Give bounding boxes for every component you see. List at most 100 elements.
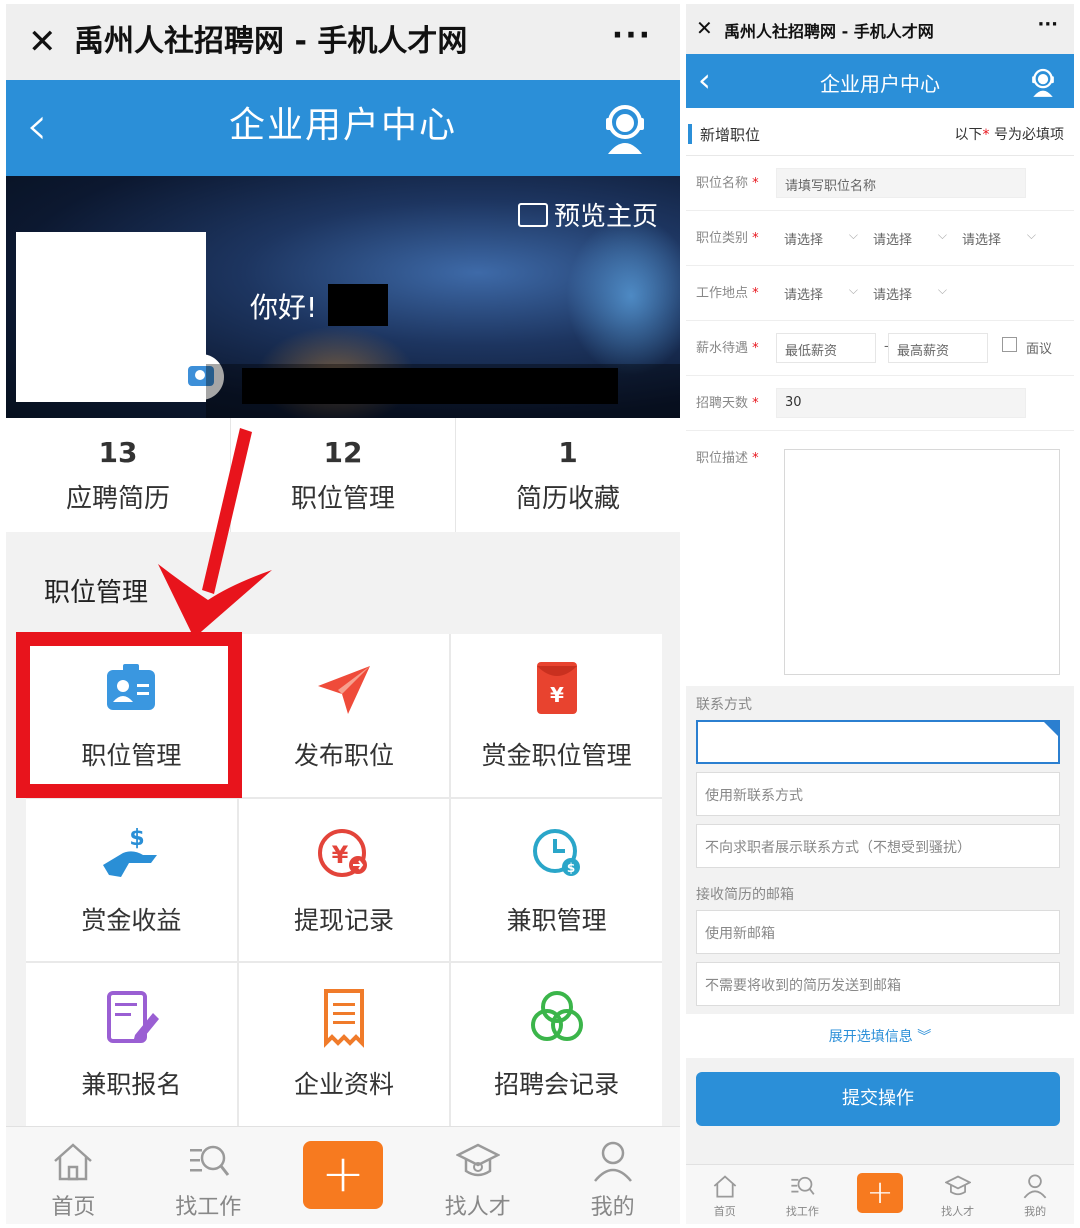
min-salary-input[interactable]: 最低薪资 [776, 333, 876, 363]
tab-label: 找工作 [785, 1205, 819, 1218]
required-star: * [752, 286, 759, 301]
svg-text:$: $ [130, 826, 145, 851]
grid-item-bounty-income[interactable]: $ 赏金收益 [26, 798, 237, 962]
tab-label: 找人才 [941, 1205, 975, 1218]
grid-item-parttime-management[interactable]: $ 兼职管理 [451, 798, 662, 962]
grid-item-label: 发布职位 [293, 741, 394, 770]
required-star: * [982, 127, 990, 143]
grid-item-label: 兼职管理 [506, 905, 607, 935]
receipt-icon [323, 989, 364, 1049]
tab-find-job[interactable]: 找工作 [764, 1165, 842, 1224]
grid-item-parttime-signup[interactable]: 兼职报名 [26, 963, 237, 1126]
submit-button[interactable]: 提交操作 [696, 1072, 1060, 1126]
wechat-title-bar: ✕ 禹州人社招聘网 - 手机人才网 ··· [6, 4, 680, 80]
max-salary-input[interactable]: 最高薪资 [888, 333, 988, 363]
stats-bar: 13 应聘简历 12 职位管理 1 简历收藏 [6, 418, 680, 532]
highlight-box [16, 632, 242, 798]
wechat-page-title: 禹州人社招聘网 - 手机人才网 [724, 22, 934, 41]
graduation-cap-icon [454, 1143, 501, 1177]
tab-label: 找人才 [444, 1195, 511, 1220]
field-label: 招聘天数 * [696, 392, 759, 411]
tab-add[interactable]: + [276, 1127, 411, 1224]
plus-icon: + [856, 1173, 903, 1213]
tab-home[interactable]: 首页 [6, 1127, 141, 1224]
home-icon [713, 1175, 737, 1198]
description-textarea[interactable] [784, 449, 1060, 675]
tab-add[interactable]: + [841, 1165, 919, 1224]
field-label-text: 职位名称 [696, 176, 749, 191]
field-label-text: 职位类别 [696, 231, 749, 246]
grid-item-post-job[interactable]: 发布职位 [238, 634, 450, 797]
svg-text:¥: ¥ [332, 841, 349, 869]
plus-icon: + [302, 1141, 383, 1209]
recruit-days-input[interactable]: 30 [776, 388, 1026, 418]
expand-optional-button[interactable]: 展开选填信息 ︾ [686, 1014, 1074, 1058]
grid-item-label: 企业资料 [293, 1070, 394, 1100]
hide-contact-option[interactable]: 不向求职者展示联系方式（不想受到骚扰） [696, 824, 1060, 868]
required-star: * [752, 451, 759, 466]
job-name-input[interactable]: 请填写职位名称 [776, 168, 1026, 198]
preview-homepage-link[interactable]: 预览主页 [517, 196, 658, 233]
required-note-text: 以下 [954, 127, 983, 143]
close-icon[interactable]: ✕ [696, 16, 713, 40]
tab-label: 首页 [51, 1195, 96, 1220]
grid-item-withdraw-records[interactable]: ¥ 提现记录 [238, 798, 450, 962]
job-category-select-2[interactable]: 请选择 ⌵ [869, 223, 951, 253]
field-job-category: 职位类别 * 请选择 ⌵ 请选择 ⌵ 请选择 ⌵ [686, 211, 1074, 266]
app-header: ‹ 企业用户中心 [6, 80, 680, 176]
required-note: 以下* 号为必填项 [955, 124, 1064, 144]
select-value: 请选择 [962, 233, 1002, 248]
tab-find-job[interactable]: 找工作 [141, 1127, 276, 1224]
location-select-1[interactable]: 请选择 ⌵ [780, 278, 862, 308]
select-value: 请选择 [873, 233, 913, 248]
contact-select[interactable] [696, 720, 1060, 764]
stat-resume-favorites[interactable]: 1 简历收藏 [456, 418, 680, 532]
contact-label: 联系方式 [696, 697, 752, 713]
double-chevron-down-icon: ︾ [917, 1029, 932, 1045]
customer-service-icon[interactable] [1028, 66, 1058, 98]
chevron-down-icon: ⌵ [937, 283, 947, 297]
no-email-option[interactable]: 不需要将收到的简历发送到邮箱 [696, 962, 1060, 1006]
bottom-tab-bar: 首页 找工作 + 找人才 我的 [686, 1164, 1074, 1224]
bottom-tab-bar: 首页 找工作 + 找人才 我的 [6, 1126, 680, 1224]
profile-banner: 预览主页 你好! [6, 176, 680, 418]
new-job-form: 新增职位 以下* 号为必填项 职位名称 * 请填写职位名称 职位类别 * 请选择… [686, 108, 1074, 693]
tab-find-talent[interactable]: 找人才 [919, 1165, 997, 1224]
tab-label: 我的 [590, 1195, 635, 1220]
field-work-location: 工作地点 * 请选择 ⌵ 请选择 ⌵ [686, 266, 1074, 321]
grid-item-label: 招聘会记录 [494, 1070, 620, 1100]
field-label: 薪水待遇 * [696, 337, 759, 356]
negotiable-checkbox[interactable] [1002, 337, 1017, 352]
field-salary: 薪水待遇 * 最低薪资 - 最高薪资 面议 [686, 321, 1074, 376]
section-title: 职位管理 [44, 578, 149, 608]
tab-label: 我的 [1024, 1205, 1047, 1218]
job-category-select-1[interactable]: 请选择 ⌵ [780, 223, 862, 253]
grid-item-job-fair-records[interactable]: 招聘会记录 [451, 963, 662, 1126]
tab-home[interactable]: 首页 [686, 1165, 764, 1224]
required-star: * [752, 396, 759, 411]
more-menu-icon[interactable]: ··· [1037, 14, 1058, 35]
new-email-option[interactable]: 使用新邮箱 [696, 910, 1060, 954]
wechat-page-title: 禹州人社招聘网 - 手机人才网 [74, 24, 468, 59]
grid-item-bounty-jobs[interactable]: ¥ 赏金职位管理 [451, 634, 662, 797]
job-category-select-3[interactable]: 请选择 ⌵ [958, 223, 1040, 253]
tab-mine[interactable]: 我的 [545, 1127, 680, 1224]
form-title: 新增职位 [700, 126, 761, 144]
tab-mine[interactable]: 我的 [996, 1165, 1074, 1224]
select-value: 请选择 [784, 233, 824, 248]
storefront-icon [517, 202, 548, 227]
field-label: 职位名称 * [696, 172, 759, 191]
customer-service-icon[interactable] [600, 100, 650, 156]
svg-text:$: $ [566, 861, 574, 875]
field-job-name: 职位名称 * 请填写职位名称 [686, 156, 1074, 211]
new-contact-option[interactable]: 使用新联系方式 [696, 772, 1060, 816]
field-label: 职位描述 * [696, 447, 759, 466]
grid-item-company-profile[interactable]: 企业资料 [238, 963, 450, 1126]
more-menu-icon[interactable]: ··· [612, 18, 652, 53]
grid-item-label: 赏金收益 [81, 905, 182, 935]
redacted-username [328, 284, 388, 326]
location-select-2[interactable]: 请选择 ⌵ [869, 278, 951, 308]
screenshot-composite: ✕ 禹州人社招聘网 - 手机人才网 ··· ‹ 企业用户中心 预览主页 你好! … [0, 0, 1080, 1228]
close-icon[interactable]: ✕ [28, 22, 57, 62]
tab-find-talent[interactable]: 找人才 [410, 1127, 545, 1224]
